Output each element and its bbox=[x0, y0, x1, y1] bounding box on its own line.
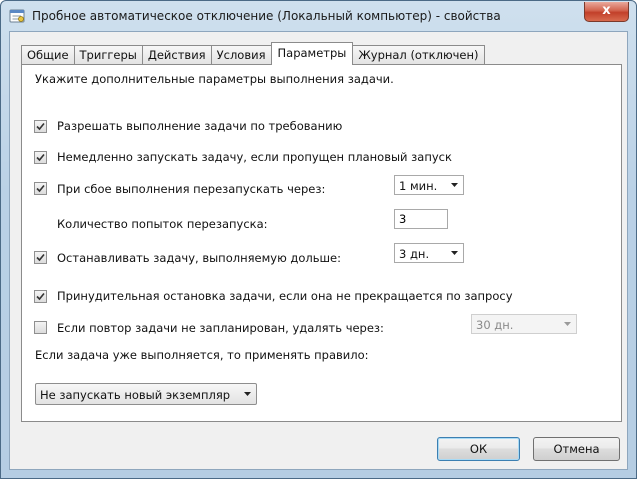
checkmark-icon bbox=[36, 253, 45, 262]
restart-interval-select[interactable]: 1 мин. bbox=[394, 175, 464, 195]
restart-attempts-input[interactable] bbox=[394, 209, 448, 229]
delete-after-value: 30 дн. bbox=[476, 318, 514, 332]
chevron-down-icon bbox=[451, 251, 458, 255]
ok-button[interactable]: ОК bbox=[437, 437, 520, 461]
tab-triggers[interactable]: Триггеры bbox=[73, 45, 143, 65]
checkmark-icon bbox=[36, 184, 45, 193]
settings-intro: Укажите дополнительные параметры выполне… bbox=[35, 72, 394, 86]
checkmark-icon bbox=[36, 122, 45, 131]
tab-conditions[interactable]: Условия bbox=[210, 45, 272, 65]
rule-label: Если задача уже выполняется, то применят… bbox=[35, 348, 369, 362]
stop-duration-value: 3 дн. bbox=[399, 247, 430, 261]
run-asap-label: Немедленно запускать задачу, если пропущ… bbox=[57, 150, 452, 164]
title-bar[interactable]: Пробное автоматическое отключение (Локал… bbox=[1, 1, 636, 31]
task-icon bbox=[9, 8, 25, 24]
tab-actions[interactable]: Действия bbox=[141, 45, 212, 65]
restart-on-fail-checkbox[interactable] bbox=[34, 182, 47, 195]
cancel-button[interactable]: Отмена bbox=[533, 437, 620, 461]
tab-settings[interactable]: Параметры bbox=[270, 42, 354, 65]
restart-interval-value: 1 мин. bbox=[399, 179, 438, 193]
delete-if-not-scheduled-checkbox[interactable] bbox=[34, 321, 47, 334]
chevron-down-icon bbox=[564, 322, 571, 326]
rule-value: Не запускать новый экземпляр bbox=[40, 388, 231, 402]
stop-if-longer-label: Останавливать задачу, выполняемую дольше… bbox=[57, 251, 341, 265]
chevron-down-icon bbox=[451, 183, 458, 187]
allow-on-demand-checkbox[interactable] bbox=[34, 120, 47, 133]
checkmark-icon bbox=[36, 153, 45, 162]
tab-strip: Общие Триггеры Действия Условия Параметры Жур… bbox=[21, 42, 485, 65]
rule-select[interactable]: Не запускать новый экземпляр bbox=[35, 383, 257, 405]
checkmark-icon bbox=[36, 292, 45, 301]
settings-panel: Укажите дополнительные параметры выполне… bbox=[21, 64, 622, 422]
chevron-down-icon bbox=[244, 392, 251, 396]
allow-on-demand-label: Разрешать выполнение задачи по требовани… bbox=[57, 119, 343, 133]
close-button[interactable]: x bbox=[584, 2, 629, 22]
stop-duration-select[interactable]: 3 дн. bbox=[394, 243, 464, 263]
force-stop-label: Принудительная остановка задачи, если он… bbox=[57, 289, 513, 303]
delete-if-not-scheduled-label: Если повтор задачи не запланирован, удал… bbox=[57, 321, 384, 335]
force-stop-checkbox[interactable] bbox=[34, 290, 47, 303]
properties-window: Пробное автоматическое отключение (Локал… bbox=[0, 0, 637, 479]
restart-attempts-label: Количество попыток перезапуска: bbox=[57, 217, 268, 231]
dialog-body: Общие Триггеры Действия Условия Параметры Жур… bbox=[9, 31, 628, 470]
close-icon: x bbox=[602, 3, 611, 18]
window-title: Пробное автоматическое отключение (Локал… bbox=[32, 9, 501, 23]
run-asap-checkbox[interactable] bbox=[34, 151, 47, 164]
delete-after-select: 30 дн. bbox=[471, 314, 577, 334]
tab-history[interactable]: Журнал (отключен) bbox=[352, 45, 485, 65]
restart-on-fail-label: При сбое выполнения перезапускать через: bbox=[57, 182, 326, 196]
stop-if-longer-checkbox[interactable] bbox=[34, 251, 47, 264]
tab-general[interactable]: Общие bbox=[21, 45, 75, 65]
